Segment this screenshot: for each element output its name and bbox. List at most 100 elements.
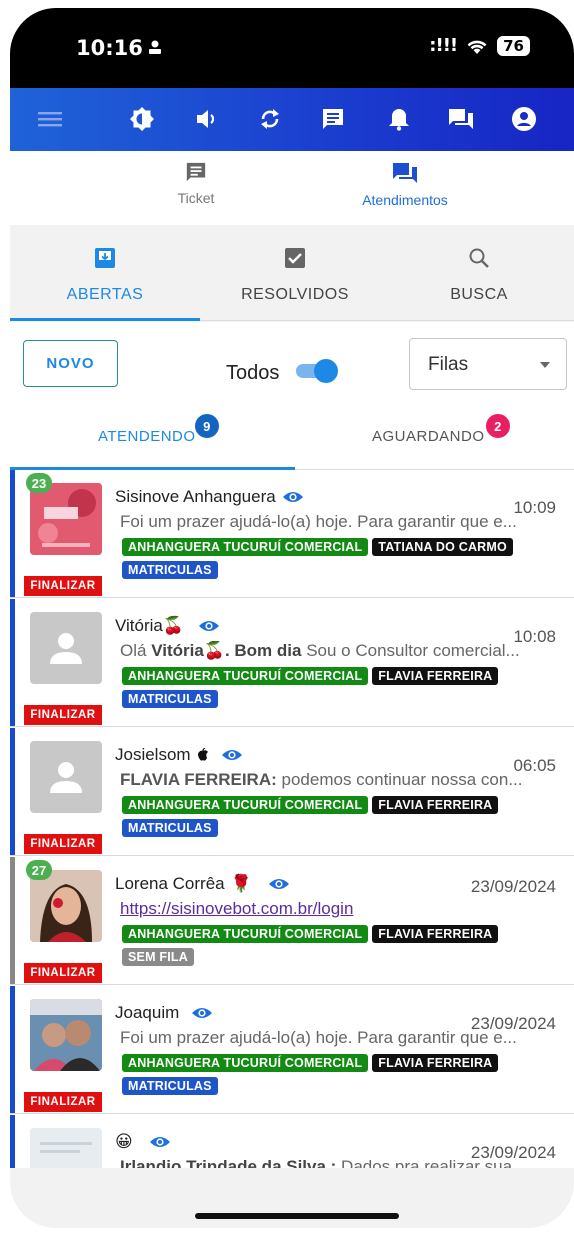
last-message: Irlandio Trindade da Silva : Dados pra r…	[120, 1157, 558, 1168]
ticket-item[interactable]: 😀 23/09/2024 Irlandio Trindade da Silva …	[10, 1115, 574, 1168]
ticket-time: 23/09/2024	[470, 877, 556, 896]
sync-icon[interactable]	[256, 105, 284, 133]
contact-name-text: Lorena Corrêa	[115, 874, 225, 893]
contact-emoji: 🌹	[230, 874, 252, 893]
queue-tags: SEM FILA	[122, 948, 194, 966]
ticket-status-bar	[10, 857, 15, 984]
status-bar: 10:16 :!!! 76	[10, 8, 574, 88]
finalizar-button[interactable]: FINALIZAR	[24, 834, 102, 854]
phone-screen: 10:16 :!!! 76 Ticket Atendimentos ABERTA…	[10, 8, 574, 1228]
message-prefix: Olá	[120, 641, 152, 660]
queue-tags: MATRICULAS	[122, 561, 218, 579]
last-message: FLAVIA FERREIRA: podemos continuar nossa…	[120, 770, 558, 790]
message-text: Sou o Consultor comercial...	[301, 641, 520, 660]
status-tabs: ATENDENDO 9 AGUARDANDO 2	[10, 408, 574, 470]
finalizar-button[interactable]: FINALIZAR	[24, 705, 102, 725]
connection-tag: ANHANGUERA TUCURUÍ COMERCIAL	[122, 538, 369, 556]
message-icon	[186, 162, 206, 182]
message-bold: Irlandio Trindade da Silva :	[120, 1157, 337, 1168]
home-indicator[interactable]	[195, 1213, 399, 1219]
novo-button[interactable]: NOVO	[23, 340, 118, 387]
tab-label: Ticket	[177, 190, 215, 206]
account-icon[interactable]	[510, 105, 538, 133]
ticket-status-bar	[10, 986, 15, 1113]
tab-aguardando[interactable]: AGUARDANDO 2	[372, 414, 510, 445]
connection-tag: ANHANGUERA TUCURUÍ COMERCIAL	[122, 1054, 369, 1072]
last-message: Olá Vitória🍒. Bom dia Sou o Consultor co…	[120, 641, 558, 661]
forum-icon[interactable]	[447, 105, 475, 133]
ticket-item[interactable]: 23 FINALIZAR Sisinove Anhanguera 10:09 F…	[10, 470, 574, 598]
queue-tag: MATRICULAS	[122, 819, 218, 837]
filter-row: NOVO Todos Filas	[10, 322, 574, 408]
queue-tag: SEM FILA	[122, 948, 194, 966]
eye-icon[interactable]	[282, 490, 304, 504]
ticket-item[interactable]: FINALIZAR Josielsom 06:05 FLAVIA FERREIR…	[10, 728, 574, 856]
sub-tabs: ABERTAS RESOLVIDOS BUSCA	[10, 225, 574, 321]
ticket-item[interactable]: FINALIZAR Vitória 🍒 10:08 Olá Vitória🍒. B…	[10, 599, 574, 727]
contact-name: Lorena Corrêa 🌹	[115, 874, 290, 894]
last-message: Foi um prazer ajudá-lo(a) hoje. Para gar…	[120, 1028, 517, 1047]
active-tab-indicator	[10, 318, 200, 321]
search-icon	[469, 248, 489, 268]
tab-atendendo[interactable]: ATENDENDO 9	[98, 414, 219, 445]
contact-name: 😀	[115, 1132, 171, 1152]
queue-tag: MATRICULAS	[122, 561, 218, 579]
queue-tag: MATRICULAS	[122, 690, 218, 708]
ticket-item[interactable]: 27 FINALIZAR Lorena Corrêa 🌹 23/09/2024 h…	[10, 857, 574, 985]
ticket-tags: ANHANGUERA TUCURUÍ COMERCIAL FLAVIA FERR…	[122, 925, 499, 943]
tab-atendimentos[interactable]: Atendimentos	[340, 161, 470, 208]
menu-icon[interactable]	[36, 105, 64, 133]
user-tag: FLAVIA FERREIRA	[372, 796, 499, 814]
finalizar-button[interactable]: FINALIZAR	[24, 1092, 102, 1112]
eye-icon[interactable]	[149, 1135, 171, 1149]
chat-icon[interactable]	[319, 105, 347, 133]
eye-icon[interactable]	[198, 619, 220, 633]
ticket-status-bar	[10, 470, 15, 597]
battery-level: 76	[497, 35, 530, 56]
wifi-icon	[467, 40, 487, 54]
contact-name: Joaquim	[115, 1003, 213, 1023]
message-link[interactable]: https://sisinovebot.com.br/login	[120, 899, 353, 918]
queue-tags: MATRICULAS	[122, 1077, 218, 1095]
filas-select[interactable]: Filas	[409, 338, 567, 390]
volume-icon[interactable]	[194, 105, 222, 133]
connection-tag: ANHANGUERA TUCURUÍ COMERCIAL	[122, 925, 369, 943]
unread-count-badge: 27	[26, 860, 52, 880]
finalizar-button[interactable]: FINALIZAR	[24, 963, 102, 983]
contact-name-text: Joaquim	[115, 1003, 180, 1022]
tab-ticket[interactable]: Ticket	[150, 161, 242, 206]
ticket-tags: ANHANGUERA TUCURUÍ COMERCIAL FLAVIA FERR…	[122, 667, 499, 685]
bell-icon[interactable]	[385, 105, 413, 133]
brightness-icon[interactable]	[128, 105, 156, 133]
contact-emoji: 🍒	[162, 616, 185, 635]
contact-name-text: 😀	[115, 1132, 133, 1151]
ticket-status-bar	[10, 728, 15, 855]
atendendo-count-badge: 9	[195, 414, 219, 438]
avatar	[30, 870, 102, 942]
aguardando-count-badge: 2	[486, 414, 510, 438]
toggle-knob	[314, 359, 338, 383]
message-bold: Vitória🍒. Bom dia	[151, 641, 302, 660]
tab-label: BUSCA	[450, 286, 508, 303]
avatar	[30, 1128, 102, 1168]
todos-toggle[interactable]	[296, 359, 338, 383]
eye-icon[interactable]	[191, 1006, 213, 1020]
tab-resolvidos[interactable]: RESOLVIDOS	[200, 247, 390, 304]
eye-icon[interactable]	[268, 877, 290, 891]
tab-label: ATENDENDO	[98, 428, 196, 445]
tab-abertas[interactable]: ABERTAS	[10, 247, 200, 304]
tab-busca[interactable]: BUSCA	[384, 247, 574, 304]
contact-name-text: Vitória	[115, 616, 163, 635]
queue-tags: MATRICULAS	[122, 819, 218, 837]
tab-label: Atendimentos	[362, 192, 448, 208]
signal-icon: :!!!	[429, 35, 458, 56]
avatar	[30, 612, 102, 684]
inbox-icon	[95, 248, 115, 268]
status-time: 10:16	[76, 36, 143, 60]
ticket-list: 23 FINALIZAR Sisinove Anhanguera 10:09 F…	[10, 470, 574, 1168]
person-icon	[149, 40, 161, 54]
eye-icon[interactable]	[221, 748, 243, 762]
finalizar-button[interactable]: FINALIZAR	[24, 576, 102, 596]
ticket-item[interactable]: FINALIZAR Joaquim 23/09/2024 Foi um praz…	[10, 986, 574, 1114]
user-tag: FLAVIA FERREIRA	[372, 925, 499, 943]
